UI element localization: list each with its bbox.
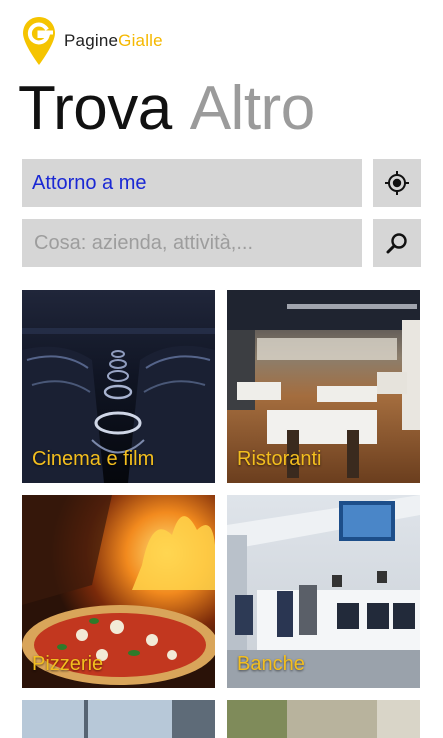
locate-button[interactable] (373, 159, 421, 207)
search-input[interactable] (32, 230, 362, 256)
category-tile-cinema[interactable]: Cinema e film (22, 290, 215, 483)
category-label: Cinema e film (32, 448, 155, 470)
category-label: Banche (237, 653, 305, 675)
category-label: Pizzerie (32, 653, 104, 675)
category-tile-partial[interactable] (227, 700, 420, 738)
locate-icon (385, 171, 409, 195)
search-icon (386, 233, 407, 254)
app-logo: PagineGialle (22, 16, 163, 66)
category-tile-partial[interactable] (22, 700, 215, 738)
location-field[interactable]: Attorno a me (22, 159, 362, 207)
search-field[interactable] (22, 219, 362, 267)
location-field-value: Attorno a me (32, 171, 147, 194)
pivot-tab-altro[interactable]: Altro (190, 74, 315, 143)
category-tile-banche[interactable]: Banche (227, 495, 420, 688)
pivot-tab-trova[interactable]: Trova (18, 74, 172, 143)
category-tile-ristoranti[interactable]: Ristoranti (227, 290, 420, 483)
partial-tile-image (227, 700, 420, 738)
brand-name: PagineGialle (64, 31, 163, 50)
category-label: Ristoranti (237, 448, 322, 470)
partial-tile-image (22, 700, 215, 738)
map-pin-logo-icon (23, 17, 55, 65)
category-tile-pizzerie[interactable]: Pizzerie (22, 495, 215, 688)
pivot-header: Trova Altro (18, 70, 315, 148)
search-button[interactable] (373, 219, 421, 267)
